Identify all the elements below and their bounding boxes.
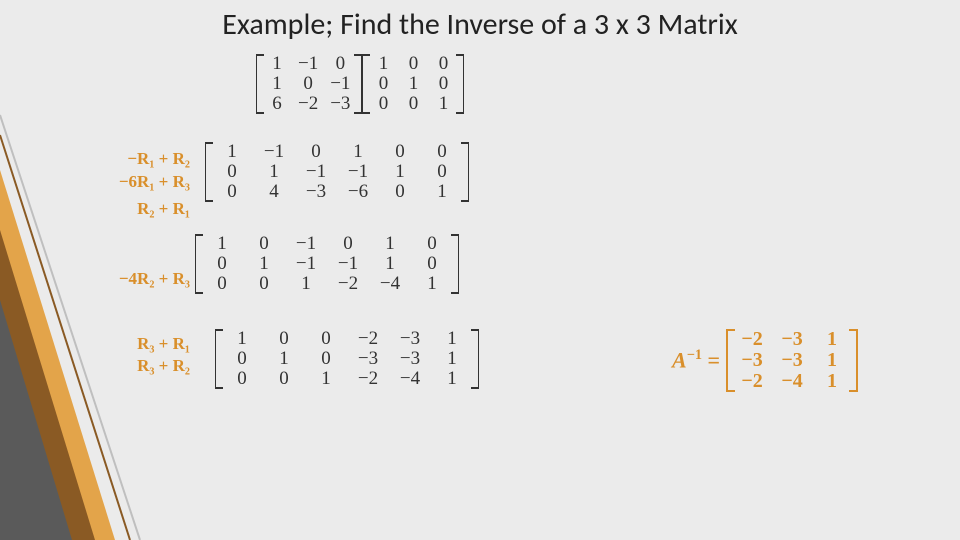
inverse-label: A−1 =: [672, 347, 720, 373]
augmented-matrix-step3: 100010001−2−3−2−3−3−4111: [215, 329, 479, 389]
row-op-2: −6R₁ + R₃: [40, 172, 190, 192]
augmented-matrix-step2: 100010−1−110−1−211−4001: [195, 234, 459, 294]
inverse-result: A−1 = −2−3−2−3−3−4111: [672, 329, 858, 392]
page-title: Example; Find the Inverse of a 3 x 3 Mat…: [0, 6, 960, 43]
augmented-matrix-step1: 100−1140−1−31−1−6010001: [205, 142, 469, 202]
row-op-1: −R₁ + R₂: [40, 149, 190, 169]
row-op-3: R₂ + R₁: [40, 199, 190, 219]
row-op-4: −4R₂ + R₃: [40, 269, 190, 289]
augmented-matrix-step0: 116−10−20−1−3100010001: [256, 54, 464, 114]
content-area: 116−10−20−1−3100010001 −R₁ + R₂ −6R₁ + R…: [0, 54, 960, 540]
row-op-6: R₃ + R₂: [40, 356, 190, 376]
row-op-5: R₃ + R₁: [40, 334, 190, 354]
